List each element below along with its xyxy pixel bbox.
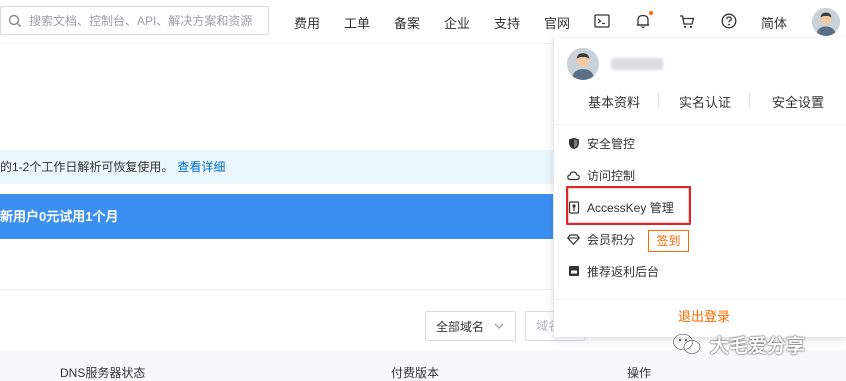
wechat-icon — [672, 332, 702, 356]
blurred-username — [611, 58, 663, 70]
notice-text: 的1-2个工作日解析可恢复使用。 — [0, 160, 174, 174]
column-paid-version: 付费版本 — [391, 366, 440, 380]
menu-label: 访问控制 — [587, 168, 636, 183]
menu-item-security-control[interactable]: 安全管控 — [567, 132, 635, 154]
tab-basic-info[interactable]: 基本资料 — [588, 92, 640, 111]
nav-official-site[interactable]: 官网 — [544, 13, 570, 32]
panel-bottom-divider — [554, 299, 846, 300]
cart-icon[interactable] — [677, 11, 697, 31]
domain-filter-label: 全部域名 — [436, 319, 485, 334]
panel-divider — [554, 124, 846, 125]
clipboard-icon — [567, 265, 580, 278]
page: 费用 工单 备案 企业 支持 官网 简体 的1-2个工作日解析可恢复使用。查看详… — [0, 0, 846, 381]
menu-label: 会员积分 — [587, 232, 636, 247]
menu-item-member-points[interactable]: 会员积分 — [567, 228, 635, 250]
column-actions: 操作 — [627, 366, 652, 380]
tab-security-settings[interactable]: 安全设置 — [772, 92, 824, 111]
watermark: 大毛爱分享 — [672, 329, 805, 359]
menu-item-referral-backend[interactable]: 推荐返利后台 — [567, 260, 659, 282]
nav-tickets[interactable]: 工单 — [344, 13, 370, 32]
domain-filter-select[interactable]: 全部域名 — [425, 311, 516, 341]
user-avatar[interactable] — [812, 8, 840, 36]
global-search[interactable] — [0, 6, 269, 35]
tab-separator — [749, 93, 750, 108]
menu-label: 推荐返利后台 — [587, 264, 660, 279]
language-switch[interactable]: 简体 — [761, 13, 787, 32]
account-tabs: 基本资料 实名认证 安全设置 — [554, 90, 846, 110]
promo-text: 新用户0元试用1个月 — [0, 209, 119, 224]
accesskey-highlight-box — [566, 186, 691, 225]
nav-support[interactable]: 支持 — [494, 13, 520, 32]
chevron-down-icon — [494, 323, 506, 329]
nav-fees[interactable]: 费用 — [294, 13, 320, 32]
search-input[interactable] — [29, 13, 265, 28]
notification-dot — [649, 11, 653, 15]
panel-avatar — [567, 48, 599, 80]
terminal-icon[interactable] — [592, 11, 612, 31]
help-icon[interactable] — [719, 11, 739, 31]
tab-separator — [658, 93, 659, 108]
sign-in-button[interactable]: 签到 — [648, 230, 689, 252]
menu-item-access-control[interactable]: 访问控制 — [567, 164, 635, 186]
tab-real-name[interactable]: 实名认证 — [679, 92, 731, 111]
view-details-link[interactable]: 查看详细 — [177, 160, 225, 174]
cloud-icon — [567, 169, 580, 182]
shield-icon — [567, 137, 580, 150]
watermark-text: 大毛爱分享 — [710, 335, 806, 357]
search-icon — [1, 7, 29, 34]
bell-icon[interactable] — [633, 11, 653, 31]
nav-enterprise[interactable]: 企业 — [444, 13, 470, 32]
logout-button[interactable]: 退出登录 — [678, 306, 730, 325]
nav-filing[interactable]: 备案 — [394, 13, 420, 32]
column-dns-status: DNS服务器状态 — [60, 366, 146, 380]
menu-label: 安全管控 — [587, 136, 636, 151]
diamond-icon — [567, 233, 580, 246]
